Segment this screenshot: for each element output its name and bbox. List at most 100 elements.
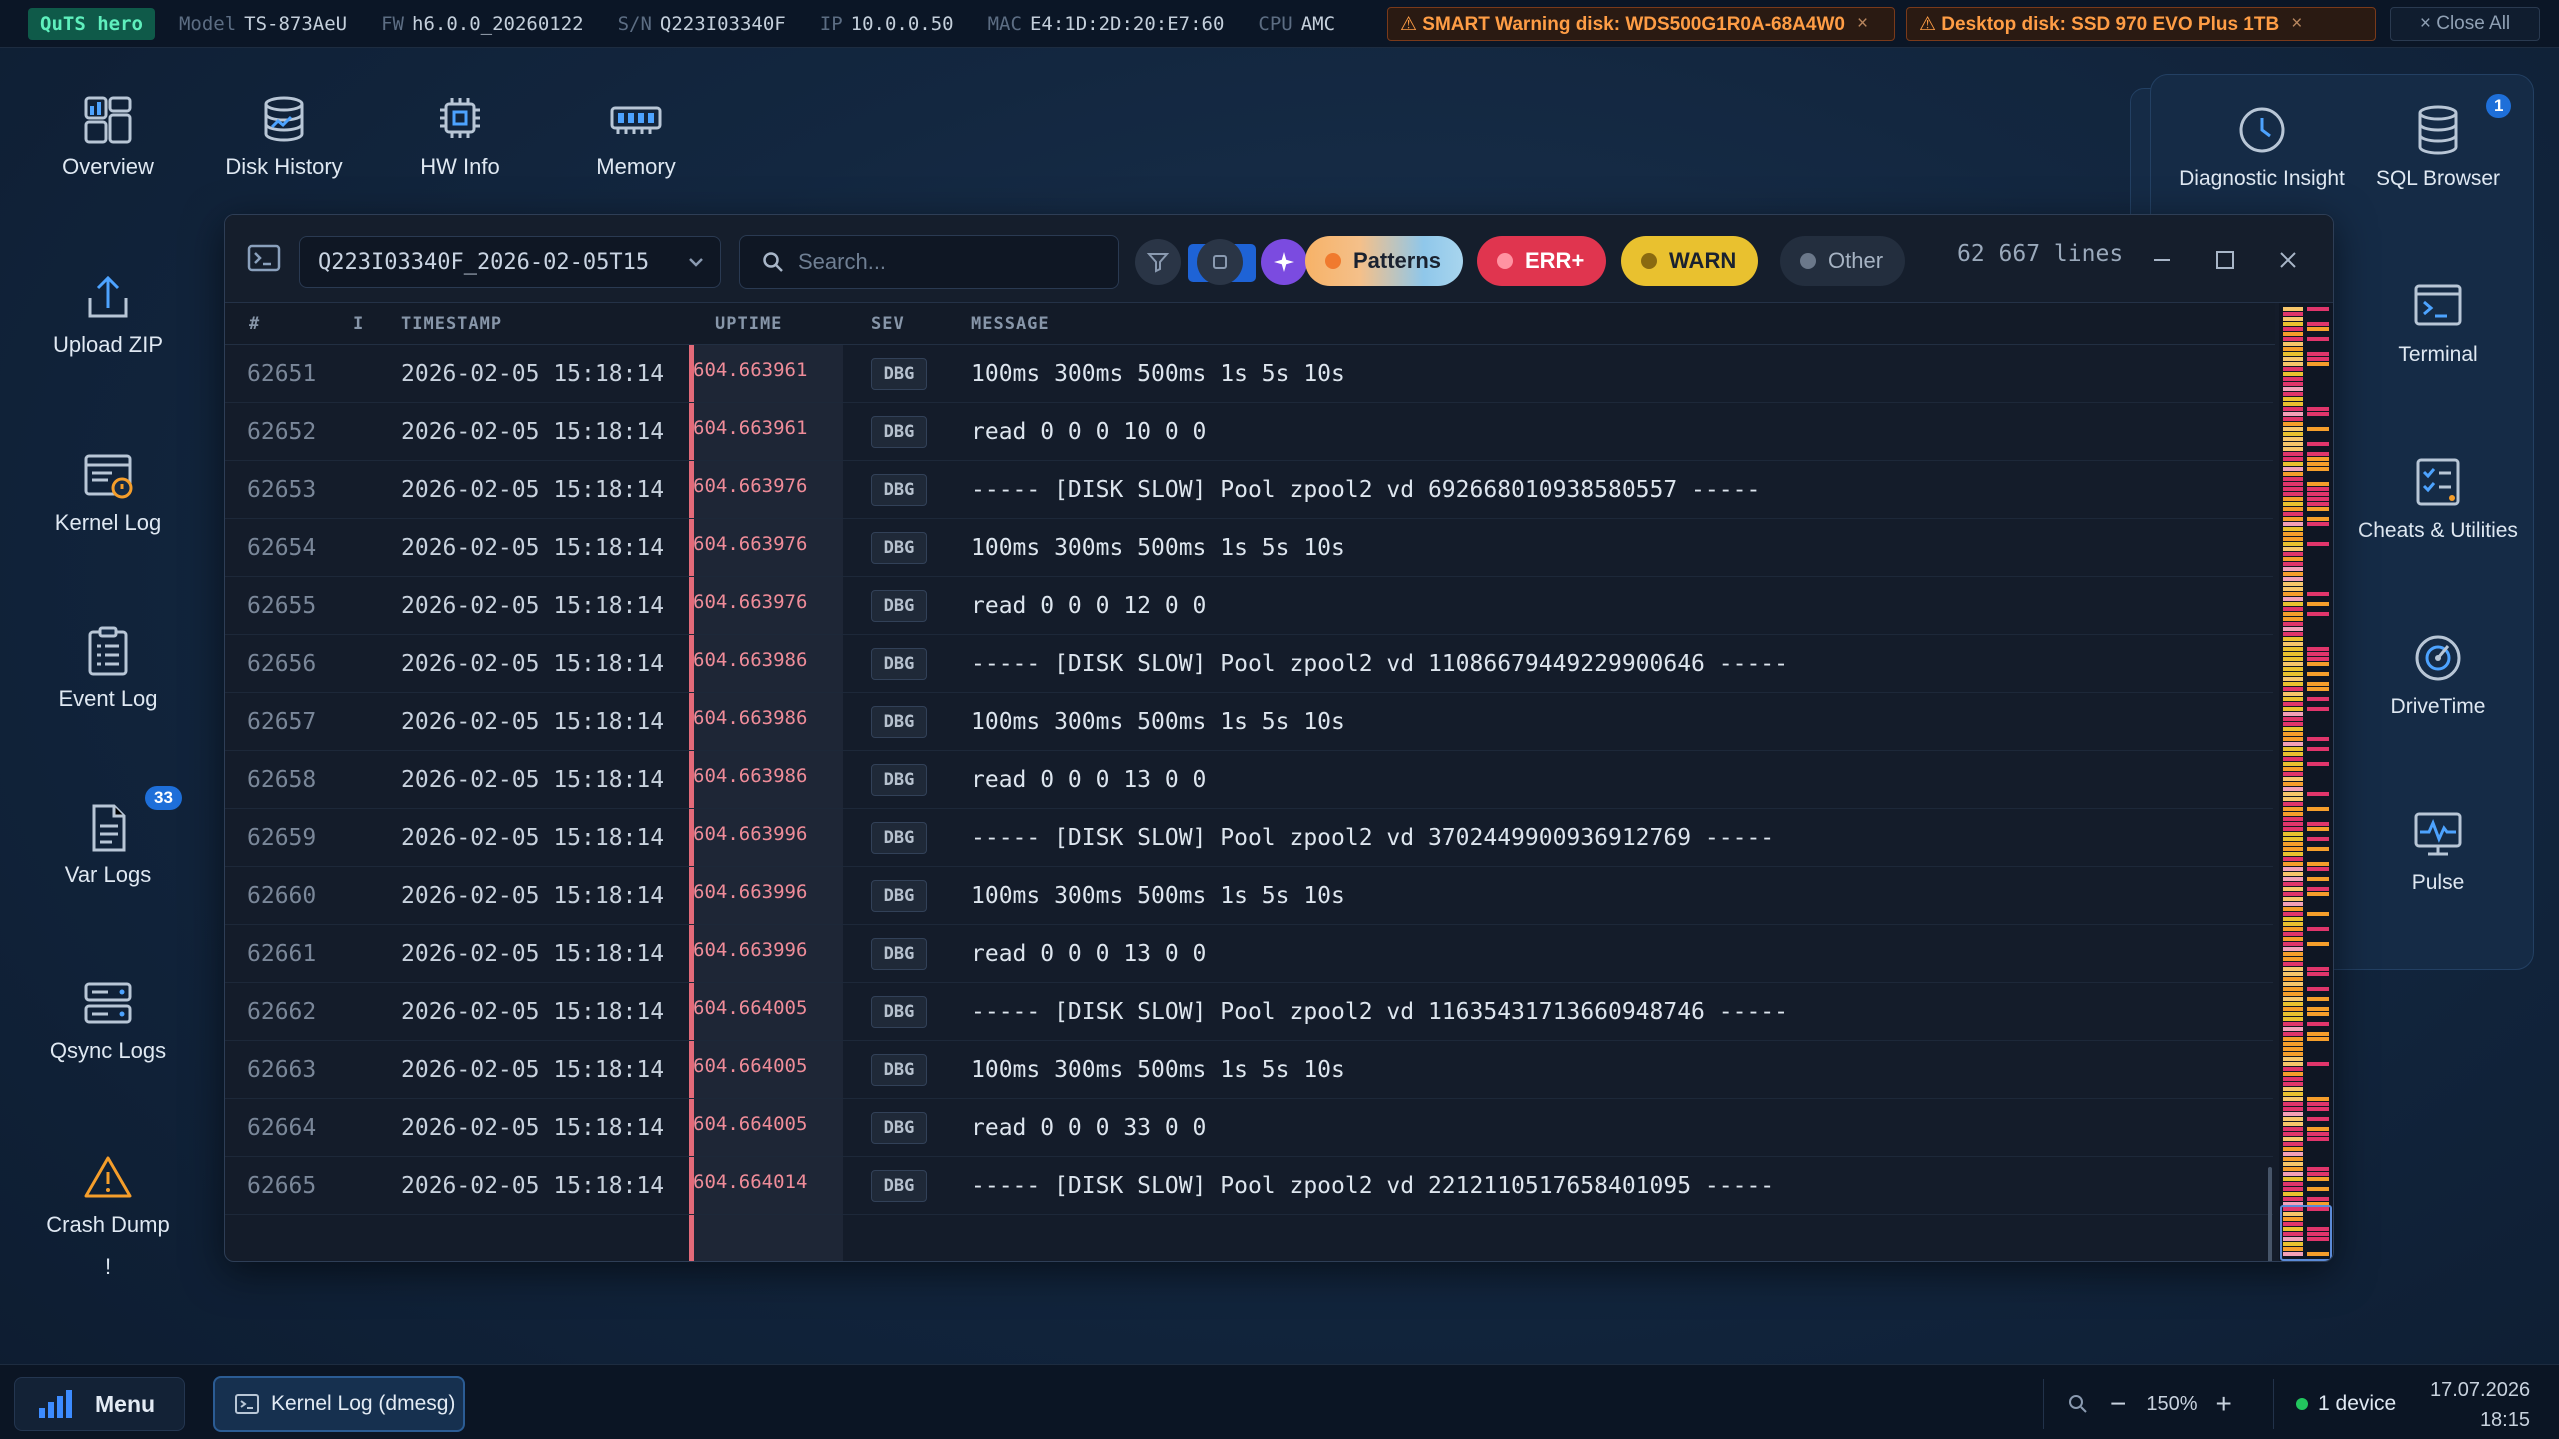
table-row[interactable]: 62659 2026-02-05 15:18:14 604.663996 DBG ---… (225, 809, 2273, 867)
tool-terminal[interactable]: Terminal (2350, 280, 2526, 368)
minimap-stripe (2283, 337, 2303, 341)
smart-warning-alert[interactable]: ⚠ SMART Warning disk: WDS500G1R0A-68A4W0… (1387, 7, 1895, 41)
table-row[interactable]: 62654 2026-02-05 15:18:14 604.663976 DBG 100… (225, 519, 2273, 577)
minimap-stripe (2283, 357, 2303, 361)
minimap-stripe (2283, 462, 2303, 466)
severity-badge: DBG (871, 648, 927, 680)
row-timestamp: 2026-02-05 15:18:14 (401, 593, 665, 619)
table-row[interactable]: 62655 2026-02-05 15:18:14 604.663976 DBG rea… (225, 577, 2273, 635)
row-uptime: 604.663986 (693, 765, 808, 787)
desktop-disk-alert[interactable]: ⚠ Desktop disk: SSD 970 EVO Plus 1TB × (1906, 7, 2376, 41)
minimap-stripe (2283, 827, 2303, 831)
table-row[interactable]: 62658 2026-02-05 15:18:14 604.663986 DBG rea… (225, 751, 2273, 809)
filter-button[interactable] (1135, 239, 1181, 285)
minimap-stripe (2283, 452, 2303, 456)
search-input[interactable] (798, 249, 968, 275)
zoom-out-button[interactable]: − (2110, 1388, 2126, 1420)
minimap-stripe (2283, 567, 2303, 571)
minimap-stripe (2283, 1107, 2303, 1111)
log-table-body[interactable]: 62651 2026-02-05 15:18:14 604.663961 DBG 100… (225, 345, 2273, 1261)
table-row[interactable]: 62662 2026-02-05 15:18:14 604.664005 DBG ---… (225, 983, 2273, 1041)
row-message: 100ms 300ms 500ms 1s 5s 10s (971, 883, 1345, 909)
minimap-marker (2307, 307, 2329, 311)
minimap-marker (2307, 542, 2329, 546)
vertical-scrollbar[interactable] (2268, 1167, 2272, 1261)
minimap-stripe (2283, 1097, 2303, 1101)
gauge-icon (2415, 635, 2461, 681)
table-row[interactable]: 62652 2026-02-05 15:18:14 604.663961 DBG rea… (225, 403, 2273, 461)
minimap-stripe (2283, 952, 2303, 956)
minimap-stripe (2283, 867, 2303, 871)
table-row[interactable]: 62660 2026-02-05 15:18:14 604.663996 DBG 100… (225, 867, 2273, 925)
col-sev[interactable]: SEV (871, 314, 905, 334)
col-timestamp[interactable]: TIMESTAMP (401, 314, 502, 334)
nav-var-logs[interactable]: Var Logs (18, 802, 198, 888)
minimap-stripe (2283, 1122, 2303, 1126)
minimap-stripe (2283, 967, 2303, 971)
other-filter-pill[interactable]: Other (1780, 236, 1906, 286)
nav-kernel-log[interactable]: Kernel Log (18, 450, 198, 536)
col-num[interactable]: # (249, 314, 260, 334)
ai-sparkle-button[interactable] (1261, 239, 1307, 285)
nav-overview[interactable]: Overview (18, 94, 198, 180)
minimap-marker (2307, 1197, 2329, 1201)
table-row[interactable]: 62656 2026-02-05 15:18:14 604.663986 DBG ---… (225, 635, 2273, 693)
nav-upload-zip[interactable]: Upload ZIP (18, 272, 198, 358)
minimap-stripe (2283, 332, 2303, 336)
nav-hw-info[interactable]: HW Info (370, 94, 550, 180)
tool-drivetime[interactable]: DriveTime (2350, 632, 2526, 720)
minimap-stripe (2283, 902, 2303, 906)
stop-button[interactable] (1197, 239, 1243, 285)
nav-disk-history[interactable]: Disk History (194, 94, 374, 180)
close-icon[interactable]: × (2291, 13, 2302, 35)
col-i[interactable]: I (353, 314, 364, 334)
close-all-button[interactable]: × Close All (2390, 7, 2540, 41)
table-row[interactable]: 62651 2026-02-05 15:18:14 604.663961 DBG 100… (225, 345, 2273, 403)
minimap-stripe (2283, 762, 2303, 766)
menu-button[interactable]: Menu (14, 1377, 185, 1431)
search-box[interactable]: abc .* (739, 235, 1299, 289)
table-row[interactable]: 62663 2026-02-05 15:18:14 604.664005 DBG 100… (225, 1041, 2273, 1099)
log-minimap[interactable] (2279, 303, 2333, 1261)
patterns-pill[interactable]: Patterns (1305, 236, 1464, 286)
minimap-marker (2307, 822, 2329, 826)
minimap-stripe (2283, 632, 2303, 636)
taskbar-item-kernel-log[interactable]: Kernel Log (dmesg) (213, 1376, 465, 1432)
table-row[interactable]: 62664 2026-02-05 15:18:14 604.664005 DBG rea… (225, 1099, 2273, 1157)
tool-pulse[interactable]: Pulse (2350, 808, 2526, 896)
minimap-stripe (2283, 1067, 2303, 1071)
zoom-in-button[interactable]: + (2216, 1388, 2232, 1420)
nav-event-log[interactable]: Event Log (18, 626, 198, 712)
table-row[interactable]: 62657 2026-02-05 15:18:14 604.663986 DBG 100… (225, 693, 2273, 751)
row-message: read 0 0 0 13 0 0 (971, 767, 1207, 793)
warn-filter-pill[interactable]: WARN (1621, 236, 1759, 286)
row-message: ----- [DISK SLOW] Pool zpool2 vd 3702449… (971, 825, 1775, 851)
minimap-marker (2307, 337, 2329, 341)
minimap-marker (2307, 1137, 2329, 1141)
minimap-stripe (2283, 817, 2303, 821)
tool-cheats-utilities[interactable]: Cheats & Utilities (2350, 456, 2526, 544)
maximize-button[interactable] (2202, 237, 2248, 283)
table-row[interactable]: 62661 2026-02-05 15:18:14 604.663996 DBG rea… (225, 925, 2273, 983)
table-row[interactable]: 62653 2026-02-05 15:18:14 604.663976 DBG ---… (225, 461, 2273, 519)
minimap-stripe (2283, 1062, 2303, 1066)
tool-diagnostic-insight[interactable]: Diagnostic Insight (2174, 104, 2350, 216)
terminal-icon (247, 243, 281, 273)
minimap-marker (2307, 322, 2329, 326)
checklist-icon (2416, 458, 2460, 506)
nav-crash-dump[interactable]: Crash Dump ! (18, 1152, 198, 1280)
nav-memory[interactable]: Memory (546, 94, 726, 180)
close-window-button[interactable] (2265, 237, 2311, 283)
device-status[interactable]: 1 device (2273, 1379, 2396, 1429)
err-filter-pill[interactable]: ERR+ (1477, 236, 1607, 286)
minimap-stripe (2283, 1132, 2303, 1136)
table-row[interactable]: 62665 2026-02-05 15:18:14 604.664014 DBG ---… (225, 1157, 2273, 1215)
nav-qsync-logs[interactable]: Qsync Logs (18, 978, 198, 1064)
col-uptime[interactable]: UPTIME (715, 314, 782, 334)
log-file-select[interactable]: Q223I03340F_2026-02-05T15 (299, 236, 721, 288)
col-message[interactable]: MESSAGE (971, 314, 1050, 334)
minimize-button[interactable] (2139, 237, 2185, 283)
row-timestamp: 2026-02-05 15:18:14 (401, 999, 665, 1025)
close-icon[interactable]: × (1857, 13, 1868, 35)
minimap-viewport[interactable] (2280, 1205, 2332, 1261)
